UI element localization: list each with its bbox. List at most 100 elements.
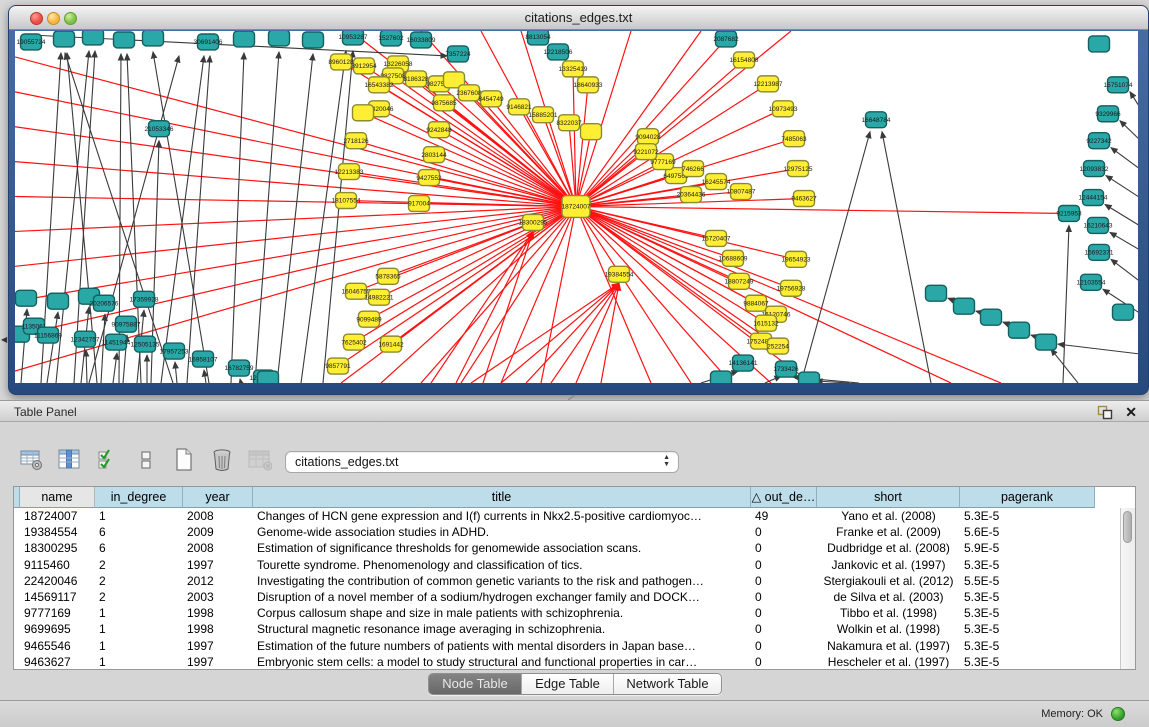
cell-pagerank[interactable]: 5.3E-5 [960,654,1095,670]
column-select-icon[interactable] [58,448,82,472]
cell-year[interactable]: 1998 [183,621,253,637]
cell-out_degree[interactable]: 0 [751,589,817,605]
table-row[interactable]: 1872400712008Changes of HCN gene express… [14,508,1135,524]
column-header-short[interactable]: short [817,487,960,508]
cell-year[interactable]: 1997 [183,638,253,654]
cell-year[interactable]: 2008 [183,508,253,524]
cell-in_degree[interactable]: 2 [95,589,183,605]
cell-short[interactable]: Franke et al. (2009) [817,524,960,540]
table-row[interactable]: 1830029562008Estimation of significance … [14,540,1135,556]
table-row[interactable]: 1456911722003Disruption of a novel membe… [14,589,1135,605]
cell-pagerank[interactable]: 5.9E-5 [960,540,1095,556]
cell-name[interactable]: 9115460 [20,557,95,573]
scrollbar-thumb[interactable] [1123,511,1132,543]
graph-node[interactable] [799,372,820,383]
cell-year[interactable]: 2009 [183,524,253,540]
tab-network-table[interactable]: Network Table [613,674,721,694]
cell-in_degree[interactable]: 2 [95,573,183,589]
cell-year[interactable]: 1998 [183,605,253,621]
cell-in_degree[interactable]: 6 [95,540,183,556]
cell-name[interactable]: 18724007 [20,508,95,524]
graph-node[interactable] [83,31,104,45]
graph-node[interactable] [1089,36,1110,52]
cell-year[interactable]: 2012 [183,573,253,589]
cell-short[interactable]: Jankovic et al. (1997) [817,557,960,573]
cell-short[interactable]: Wolkin et al. (1998) [817,621,960,637]
graph-node[interactable] [981,309,1002,325]
cell-in_degree[interactable]: 1 [95,654,183,670]
cell-out_degree[interactable]: 0 [751,573,817,589]
float-panel-icon[interactable] [1097,405,1113,420]
tab-edge-table[interactable]: Edge Table [521,674,613,694]
table-row[interactable]: 911546021997Tourette syndrome. Phenomeno… [14,557,1135,573]
table-vertical-scrollbar[interactable] [1120,508,1135,669]
graph-node[interactable] [1009,322,1030,338]
graph-node[interactable] [16,290,37,306]
cell-title[interactable]: Structural magnetic resonance image aver… [253,621,751,637]
cell-out_degree[interactable]: 0 [751,638,817,654]
cell-in_degree[interactable]: 6 [95,524,183,540]
cell-out_degree[interactable]: 49 [751,508,817,524]
table-settings-icon[interactable] [20,448,44,472]
graph-node[interactable] [954,298,975,314]
graph-node[interactable] [303,32,324,48]
trash-icon[interactable] [210,448,234,472]
cell-name[interactable]: 14569117 [20,589,95,605]
cell-short[interactable]: Stergiakouli et al. (2012) [817,573,960,589]
graph-node[interactable] [353,105,374,121]
cell-in_degree[interactable]: 2 [95,557,183,573]
cell-title[interactable]: Corpus callosum shape and size in male p… [253,605,751,621]
delete-table-icon[interactable] [248,448,272,472]
graph-node[interactable] [1036,334,1057,350]
cell-title[interactable]: Changes of HCN gene expression and I(f) … [253,508,751,524]
cell-out_degree[interactable]: 0 [751,654,817,670]
cell-pagerank[interactable]: 5.3E-5 [960,638,1095,654]
cell-title[interactable]: Tourette syndrome. Phenomenology and cla… [253,557,751,573]
graph-node[interactable] [581,124,602,140]
cell-title[interactable]: Genome-wide association studies in ADHD. [253,524,751,540]
cell-pagerank[interactable]: 5.3E-5 [960,557,1095,573]
window-titlebar[interactable]: citations_edges.txt [9,6,1148,30]
tab-node-table[interactable]: Node Table [429,674,521,694]
column-header-name[interactable]: name [20,487,95,508]
cell-out_degree[interactable]: 0 [751,605,817,621]
cell-pagerank[interactable]: 5.3E-5 [960,621,1095,637]
cell-short[interactable]: Tibbo et al. (1998) [817,605,960,621]
table-row[interactable]: 1938455462009Genome-wide association stu… [14,524,1135,540]
cell-name[interactable]: 9699695 [20,621,95,637]
graph-node[interactable] [711,371,732,383]
cell-pagerank[interactable]: 5.3E-5 [960,605,1095,621]
cell-out_degree[interactable]: 0 [751,621,817,637]
collapse-panel-arrow-icon[interactable]: ◀ [1,335,7,344]
column-header-in_degree[interactable]: in_degree [95,487,183,508]
cell-year[interactable]: 1997 [183,654,253,670]
column-header-year[interactable]: year [183,487,253,508]
cell-name[interactable]: 9777169 [20,605,95,621]
cell-pagerank[interactable]: 5.3E-5 [960,589,1095,605]
cell-name[interactable]: 19384554 [20,524,95,540]
cell-out_degree[interactable]: 0 [751,524,817,540]
cell-name[interactable]: 9465546 [20,638,95,654]
graph-canvas-svg[interactable]: 1872400718300295193845548960128891295413… [15,31,1138,383]
graph-node[interactable] [48,293,69,309]
cell-name[interactable]: 22420046 [20,573,95,589]
cell-pagerank[interactable]: 5.3E-5 [960,508,1095,524]
close-panel-icon[interactable]: ✕ [1125,403,1137,421]
cell-short[interactable]: Yano et al. (2008) [817,508,960,524]
table-row[interactable]: 946554611997Estimation of the future num… [14,638,1135,654]
new-file-icon[interactable] [172,448,196,472]
cell-name[interactable]: 18300295 [20,540,95,556]
cell-short[interactable]: Hescheler et al. (1997) [817,654,960,670]
graph-node[interactable] [54,31,75,47]
network-canvas[interactable]: 1872400718300295193845548960128891295413… [15,31,1138,383]
cell-title[interactable]: Estimation of significance thresholds fo… [253,540,751,556]
cell-short[interactable]: de Silva et al. (2003) [817,589,960,605]
cell-in_degree[interactable]: 1 [95,508,183,524]
cell-title[interactable]: Embryonic stem cells: a model to study s… [253,654,751,670]
cell-title[interactable]: Disruption of a novel member of a sodium… [253,589,751,605]
row-checks-icon[interactable] [96,448,120,472]
cell-title[interactable]: Investigating the contribution of common… [253,573,751,589]
graph-node[interactable] [234,31,255,47]
rows-icon[interactable] [134,448,158,472]
graph-node[interactable] [1113,304,1134,320]
